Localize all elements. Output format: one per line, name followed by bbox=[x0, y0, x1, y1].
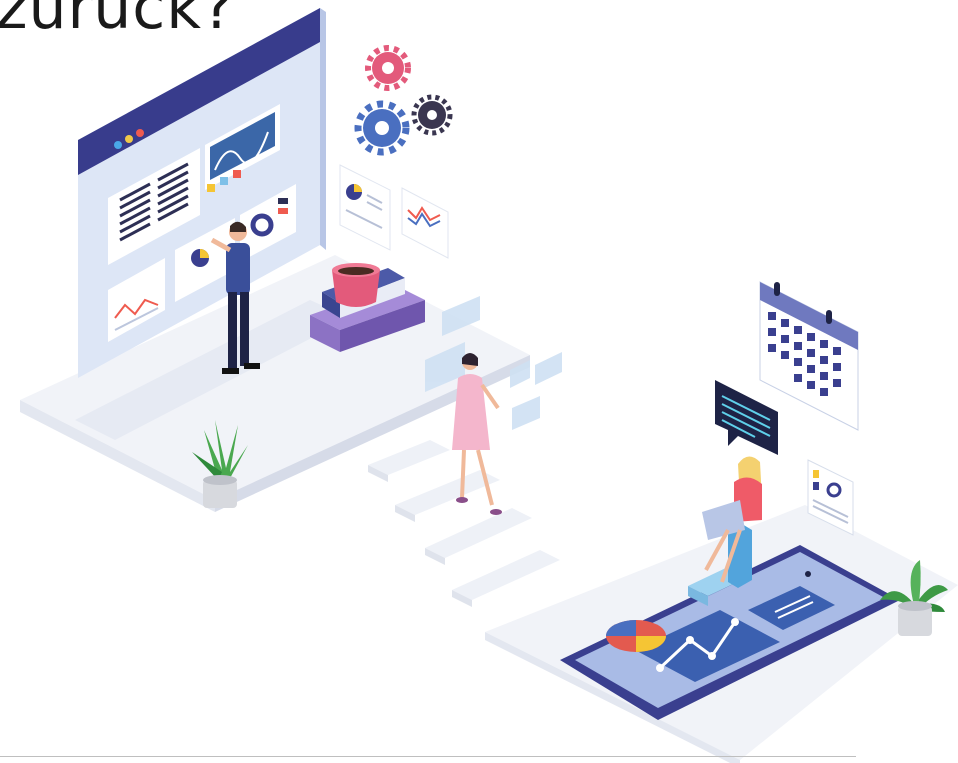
isometric-illustration bbox=[20, 8, 958, 763]
coffee-cup-icon bbox=[332, 263, 380, 307]
gears-icon bbox=[354, 45, 453, 156]
pie-chart-icon bbox=[339, 164, 391, 251]
calendar-icon bbox=[759, 281, 859, 431]
page: zurück? bbox=[0, 0, 958, 763]
chat-bubble-icon bbox=[715, 380, 778, 455]
bottom-divider bbox=[0, 756, 856, 757]
